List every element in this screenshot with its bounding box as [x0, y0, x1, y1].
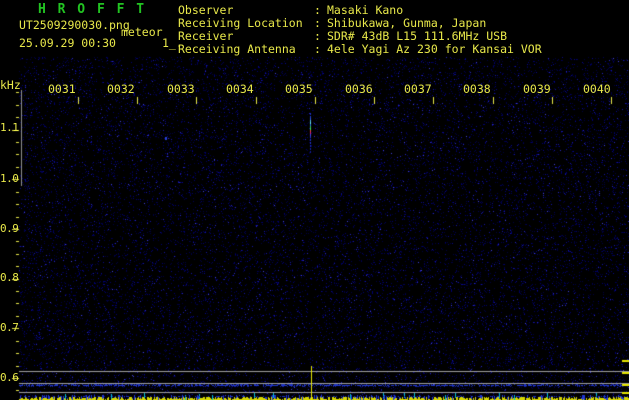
freq-axis-label: 0.6 — [0, 371, 19, 384]
time-axis-label: 0040 — [583, 82, 611, 96]
info-separator: : — [314, 42, 321, 56]
hrofft-window: H R O F F T UT2509290030.png meteor 25.0… — [0, 0, 629, 400]
time-axis-label: 0033 — [167, 82, 195, 96]
info-label: Receiving Antenna — [178, 42, 296, 56]
time-axis-label: 0034 — [226, 82, 254, 96]
time-axis-label: 0039 — [523, 82, 551, 96]
info-row: Receiving Antenna:4ele Yagi Az 230 for K… — [178, 43, 542, 56]
info-value: 4ele Yagi Az 230 for Kansai VOR — [327, 42, 542, 56]
station-name: meteor — [121, 25, 163, 39]
freq-axis-label: 1.1 — [0, 121, 19, 134]
time-axis-label: 0035 — [285, 82, 313, 96]
time-axis-label: 0032 — [107, 82, 135, 96]
time-axis-label: 0037 — [404, 82, 432, 96]
time-axis-label: 0038 — [463, 82, 491, 96]
freq-axis-label: 1.0 — [0, 172, 19, 185]
time-axis-label: 0036 — [345, 82, 373, 96]
spectrogram-canvas — [0, 0, 629, 400]
freq-unit-label: kHz — [0, 78, 21, 92]
filename: UT2509290030.png — [19, 18, 130, 32]
time-axis-label: 0031 — [48, 82, 76, 96]
freq-axis-label: 0.7 — [0, 321, 19, 334]
freq-axis-label: 0.9 — [0, 222, 19, 235]
app-title: H R O F F T — [38, 2, 147, 17]
observation-info: Observer: Masaki Kano Receiving Location: S… — [178, 4, 542, 56]
freq-axis-label: 0.8 — [0, 271, 19, 284]
datetime: 25.09.29 00:30 — [19, 36, 116, 50]
